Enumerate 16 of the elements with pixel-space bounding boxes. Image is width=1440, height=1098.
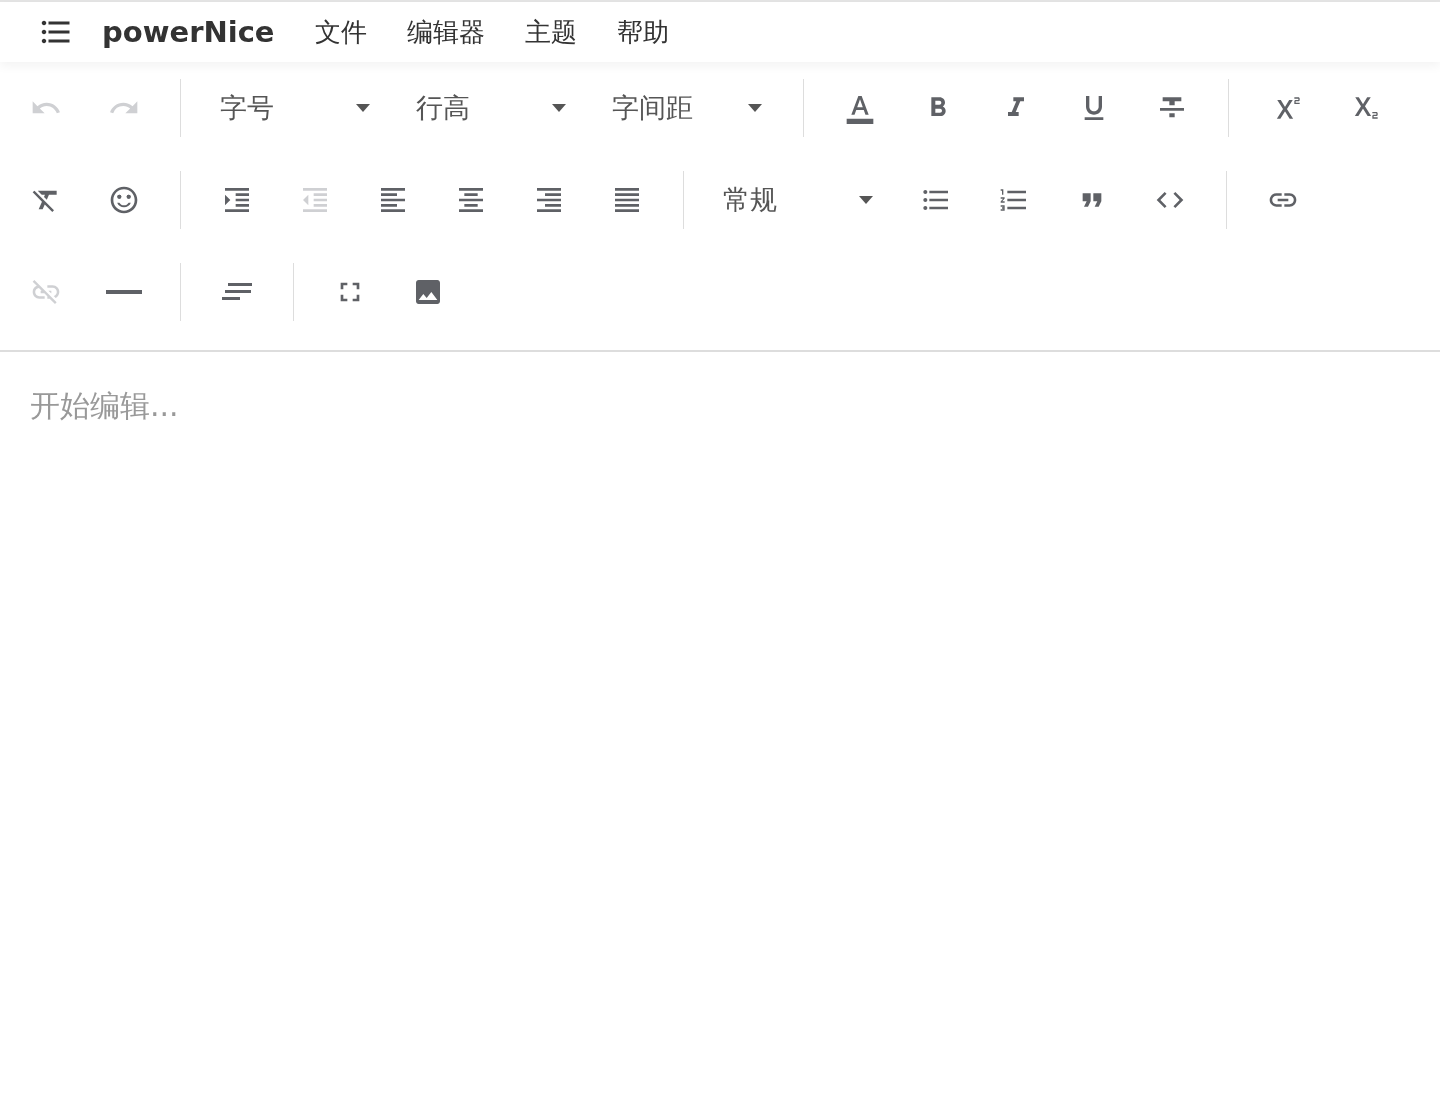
caret-icon bbox=[859, 196, 873, 204]
app-title: powerNice bbox=[102, 15, 275, 49]
dropdown-select[interactable]: 行高 bbox=[394, 80, 590, 136]
menu-item[interactable]: 帮助 bbox=[596, 14, 689, 50]
caret-icon bbox=[748, 104, 762, 112]
text-wrap-icon bbox=[220, 281, 254, 303]
menu-item[interactable]: 主题 bbox=[504, 14, 597, 50]
menu-item[interactable]: 文件 bbox=[294, 14, 387, 50]
editor-placeholder: 开始编辑... bbox=[30, 387, 180, 425]
dropdown-select[interactable]: 字号 bbox=[198, 80, 394, 136]
dropdown-select[interactable]: 常规 bbox=[701, 172, 897, 228]
caret-icon bbox=[356, 104, 370, 112]
smiley-icon bbox=[108, 184, 140, 216]
dropdown-select[interactable]: 字间距 bbox=[590, 80, 786, 136]
menu-item[interactable]: 编辑器 bbox=[386, 14, 505, 50]
caret-icon bbox=[552, 104, 566, 112]
